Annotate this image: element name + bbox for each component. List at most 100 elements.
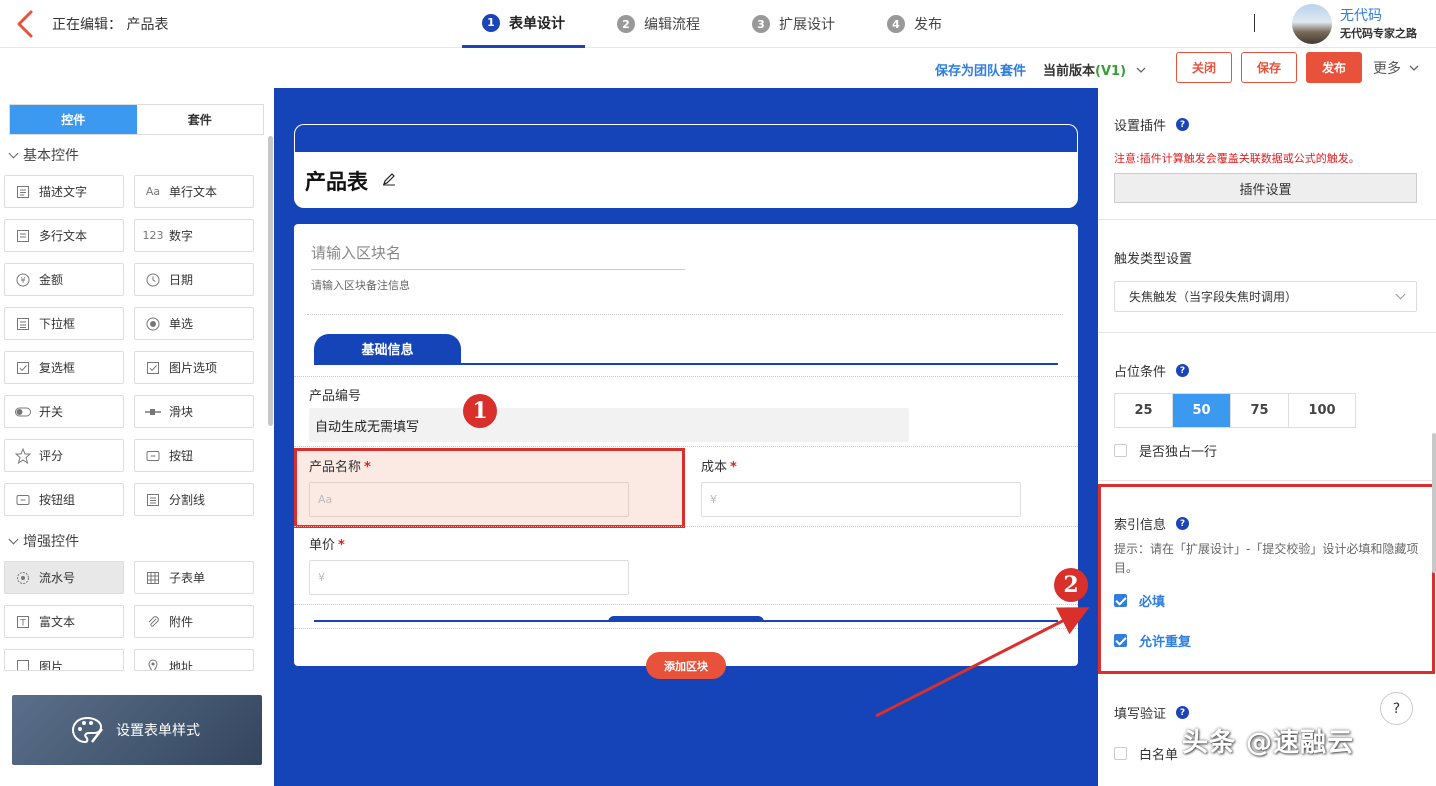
tab-controls[interactable]: 控件 [10,105,137,134]
help-icon[interactable]: ? [1176,364,1190,377]
checkbox-checked[interactable] [1114,634,1127,647]
table-icon [145,570,161,586]
user-subtitle: 无代码专家之路 [1340,27,1417,40]
checkbox-label: 是否独占一行 [1139,445,1218,460]
version-label: 当前版本 [1043,64,1096,79]
set-form-style-button[interactable]: 设置表单样式 [12,695,262,765]
control-label: 日期 [169,273,194,287]
step-publish[interactable]: 4 发布 [867,0,962,48]
control-radio[interactable]: 单选 [134,307,254,340]
publish-button[interactable]: 发布 [1306,52,1362,83]
block-name-input[interactable]: 请输入区块名 [311,242,685,270]
control-multi-line-text[interactable]: 多行文本 [4,219,124,252]
exclusive-row-checkbox[interactable]: 是否独占一行 [1114,441,1217,460]
checkbox[interactable] [1114,747,1127,760]
trigger-type-select[interactable]: 失焦触发（当字段失焦时调用） [1114,281,1417,312]
chevron-down-icon [8,148,19,159]
control-serial-number[interactable]: 流水号 [4,561,124,594]
avatar[interactable] [1292,4,1332,44]
control-address[interactable]: 地址 [134,649,254,671]
scrollbar[interactable] [268,136,273,426]
section-title: 增强控件 [23,534,79,550]
block-note-input[interactable]: 请输入区块备注信息 [311,277,410,293]
tab-kits[interactable]: 套件 [137,105,264,134]
required-mark: * [730,460,737,475]
version-selector[interactable]: 当前版本(V1) [1043,60,1147,79]
divider [1098,480,1436,481]
cost-input[interactable]: ¥ [701,482,1021,517]
control-date[interactable]: 日期 [134,263,254,296]
step-edit-flow[interactable]: 2 编辑流程 [597,0,720,48]
control-image[interactable]: 图片 [4,649,124,671]
help-circle-icon[interactable]: ? [1380,692,1413,725]
enhanced-controls-header[interactable]: 增强控件 [8,531,79,551]
control-subform[interactable]: 子表单 [134,561,254,594]
control-label: 按钮组 [39,493,76,507]
control-label: 评分 [39,449,64,463]
clock-icon [145,272,161,288]
save-button[interactable]: 保存 [1241,52,1297,83]
basic-controls-header[interactable]: 基本控件 [8,145,79,165]
step-form-design[interactable]: 1 表单设计 [462,0,585,48]
control-label: 数字 [169,229,194,243]
tab-basic-info[interactable]: 基础信息 [314,334,461,363]
control-label: 地址 [169,660,194,671]
control-checkbox[interactable]: 复选框 [4,351,124,384]
section-title: 占位条件 [1114,365,1167,380]
gear-icon [15,570,31,586]
radio-icon [145,316,161,332]
checkbox-checked[interactable] [1114,594,1127,607]
control-rating[interactable]: 评分 [4,439,124,472]
divider [1098,219,1436,220]
price-input[interactable]: ¥ [309,560,629,595]
control-description-text[interactable]: 描述文字 [4,175,124,208]
control-label: 多行文本 [39,229,88,243]
annotation-arrow-icon [875,607,1090,718]
checkbox-icon [15,360,31,376]
close-button[interactable]: 关闭 [1176,52,1232,83]
control-image-option[interactable]: 图片选项 [134,351,254,384]
form-title[interactable]: 产品表 [305,166,368,196]
width-option-25[interactable]: 25 [1115,394,1173,427]
help-icon[interactable]: ? [1176,517,1190,530]
save-as-team-kit-link[interactable]: 保存为团队套件 [935,60,1026,79]
control-number[interactable]: 123 数字 [134,219,254,252]
control-attachment[interactable]: 附件 [134,605,254,638]
plugin-settings-button[interactable]: 插件设置 [1114,173,1417,203]
allow-duplicate-checkbox[interactable]: 允许重复 [1114,631,1191,650]
field-label-cost: 成本 * [701,456,737,475]
control-divider[interactable]: 分割线 [134,483,254,516]
top-bar: 正在编辑： 产品表 1 表单设计 2 编辑流程 3 扩展设计 4 发布 无代码 … [0,0,1436,48]
product-no-field[interactable]: 自动生成无需填写 [309,408,909,442]
control-amount[interactable]: ¥ 金额 [4,263,124,296]
width-option-50[interactable]: 50 [1173,394,1231,427]
control-button-group[interactable]: 按钮组 [4,483,124,516]
user-name[interactable]: 无代码 [1340,5,1382,25]
back-arrow-icon[interactable] [14,9,38,39]
step-extend-design[interactable]: 3 扩展设计 [732,0,855,48]
scrollbar[interactable] [1432,433,1436,573]
help-icon[interactable]: ? [1176,706,1190,719]
control-rich-text[interactable]: T 富文本 [4,605,124,638]
action-bar: 保存为团队套件 当前版本(V1) 关闭 保存 发布 更多 [0,48,1436,88]
yen-icon: ¥ [15,272,31,288]
control-switch[interactable]: 开关 [4,395,124,428]
control-button[interactable]: 按钮 [134,439,254,472]
checkbox[interactable] [1114,444,1127,457]
add-block-button[interactable]: 添加区块 [646,652,726,679]
pencil-icon[interactable] [382,172,396,186]
more-menu[interactable]: 更多 [1373,58,1420,78]
step-label: 表单设计 [509,15,565,32]
product-name-input[interactable]: Aa [309,482,629,517]
whitelist-checkbox[interactable]: 白名单 [1114,744,1178,763]
button-icon [145,448,161,464]
control-dropdown[interactable]: 下拉框 [4,307,124,340]
control-single-line-text[interactable]: Aa 单行文本 [134,175,254,208]
required-checkbox[interactable]: 必填 [1114,591,1165,610]
width-option-75[interactable]: 75 [1231,394,1289,427]
help-icon[interactable]: ? [1176,118,1190,131]
tab-underline [314,363,1058,365]
width-option-100[interactable]: 100 [1289,394,1355,427]
control-slider[interactable]: 滑块 [134,395,254,428]
checkbox-label: 白名单 [1139,748,1179,763]
